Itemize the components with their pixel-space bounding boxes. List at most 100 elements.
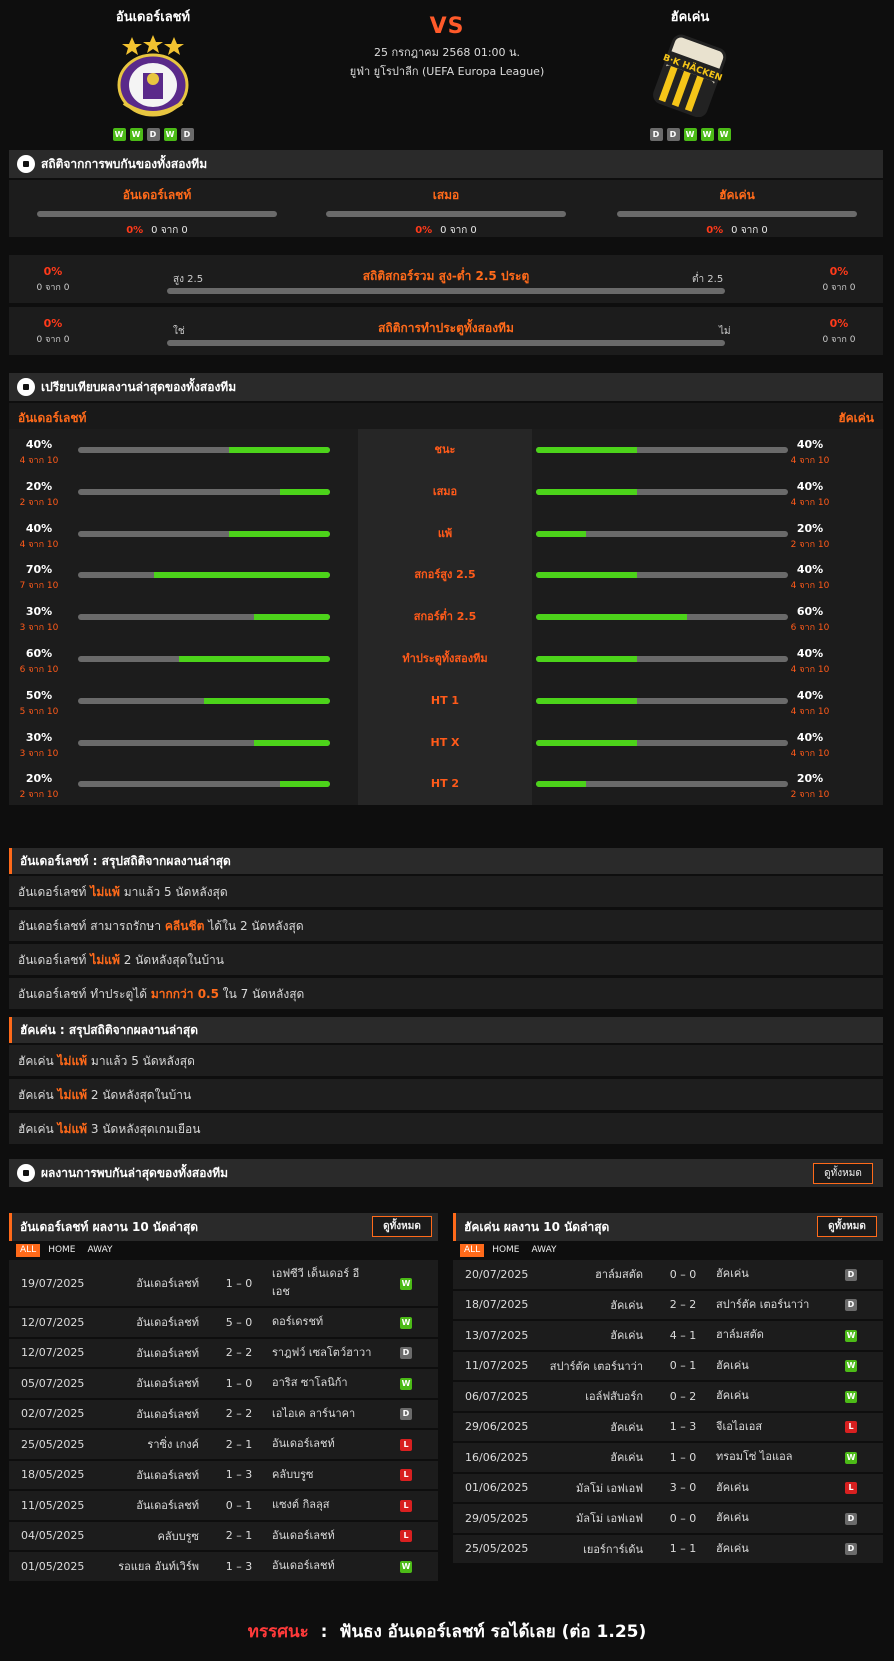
match-home-team: ราซิ่ง เกงค์ <box>147 1438 199 1452</box>
match-row[interactable]: 13/07/2025 ฮัคเค่น 4 – 1 ฮาล์มสตัด W <box>453 1321 883 1351</box>
compare-away-count: 2 จาก 10 <box>790 539 830 550</box>
match-league[interactable]: ยูฟ่า ยูโรปาลีก (UEFA Europa League) <box>297 62 597 80</box>
summary-line-text: ฮัคเค่น <box>18 1122 58 1136</box>
tab-home[interactable]: HOME <box>44 1244 79 1257</box>
compare-team-labels: อันเดอร์เลชท์ ฮัคเค่น <box>9 403 883 429</box>
compare-home-bar-fill <box>153 572 330 579</box>
last-home-view-all-button[interactable]: ดูทั้งหมด <box>372 1216 432 1237</box>
compare-away-pct: 20% <box>796 521 824 535</box>
match-row[interactable]: 05/07/2025 อันเดอร์เลชท์ 1 – 0 อาริส ซาโลนิ… <box>9 1369 438 1399</box>
compare-away-bar-fill <box>536 781 587 788</box>
summary-line-text: 3 นัดหลังสุดเกมเยือน <box>87 1122 201 1136</box>
result-badge: D <box>400 1347 412 1360</box>
compare-away-pct: 60% <box>796 605 824 619</box>
btts-title: สถิติการทำประตูทั้งสองทีม <box>378 321 514 335</box>
summary-line-text: อันเดอร์เลชท์ สามารถรักษา <box>18 919 165 933</box>
home-team-block[interactable]: อันเดอร์เลชท์ WWDWD <box>73 6 233 141</box>
h2h-panel: อันเดอร์เลชท์ 0% 0 จาก 0 เสมอ 0% 0 จาก 0 ฮ… <box>9 180 883 237</box>
match-date: 11/07/2025 <box>465 1359 529 1373</box>
match-home-team: ฮัคเค่น <box>610 1451 643 1465</box>
summary-line-text: อันเดอร์เลชท์ <box>18 885 91 899</box>
h2h-away-bar <box>617 211 857 217</box>
match-away-team: ราฎฟว์ เซลโตว์ฮาวา <box>272 1345 372 1359</box>
match-row[interactable]: 25/05/2025 เยอร์การ์เด้น 1 – 1 ฮัคเค่น D <box>453 1534 883 1564</box>
h2h-away-count: 0 จาก 0 <box>731 225 768 236</box>
compare-away-bar-fill <box>536 656 637 662</box>
match-row[interactable]: 18/07/2025 ฮัคเค่น 2 – 2 สปาร์ตัค เตอร์นาว่… <box>453 1290 883 1320</box>
match-row[interactable]: 01/05/2025 รอแยล อันท์เวิร์พ 1 – 3 อันเดอร์… <box>9 1552 438 1582</box>
match-date: 16/06/2025 <box>465 1450 529 1464</box>
match-row[interactable]: 18/05/2025 อันเดอร์เลชท์ 1 – 3 คลับบรูซ L <box>9 1460 438 1490</box>
home-team-name[interactable]: อันเดอร์เลชท์ <box>73 6 233 27</box>
match-row[interactable]: 20/07/2025 ฮาล์มสตัด 0 – 0 ฮัคเค่น D <box>453 1260 883 1290</box>
summary-line-text: 2 นัดหลังสุดในบ้าน <box>119 953 224 967</box>
match-row[interactable]: 06/07/2025 เอล์ฟสับอร์ก 0 – 2 ฮัคเค่น W <box>453 1382 883 1412</box>
match-row[interactable]: 11/05/2025 อันเดอร์เลชท์ 0 – 1 แซงต์ กิลลุส… <box>9 1491 438 1521</box>
h2h-view-all-button[interactable]: ดูทั้งหมด <box>813 1163 873 1184</box>
tab-home[interactable]: HOME <box>488 1244 523 1257</box>
compare-home-bar-fill <box>229 530 330 537</box>
last-away-view-all-button[interactable]: ดูทั้งหมด <box>817 1216 877 1237</box>
away-team-block[interactable]: ฮัคเค่น B·K HÄCKEN DDWWW <box>610 6 770 141</box>
ou-right-pct: 0% <box>829 265 849 278</box>
tab-all[interactable]: ALL <box>16 1244 41 1257</box>
compare-away-count: 2 จาก 10 <box>790 790 830 801</box>
match-score: 2 – 1 <box>225 1437 253 1451</box>
compare-row: 50% 5 จาก 10 HT 1 40% 4 จาก 10 <box>9 679 883 723</box>
compare-away-bar <box>536 739 788 746</box>
match-row[interactable]: 29/05/2025 มัลโม่ เอฟเอฟ 0 – 0 ฮัคเค่น D <box>453 1504 883 1534</box>
match-home-team: อันเดอร์เลชท์ <box>136 1316 199 1330</box>
compare-home-count: 2 จาก 10 <box>19 497 59 508</box>
h2h-away-label: ฮัคเค่น <box>719 188 755 202</box>
match-row[interactable]: 11/07/2025 สปาร์ตัค เตอร์นาว่า 0 – 1 ฮัคเค่… <box>453 1351 883 1381</box>
match-away-team: ฮัคเค่น <box>716 1267 749 1281</box>
compare-away-pct: 20% <box>796 772 824 786</box>
tab-away[interactable]: AWAY <box>528 1244 561 1257</box>
match-date: 01/05/2025 <box>21 1559 85 1573</box>
compare-home-bar <box>78 572 330 579</box>
match-score: 1 – 1 <box>669 1542 697 1556</box>
result-badge: L <box>845 1421 857 1434</box>
form-chip: D <box>146 128 160 141</box>
match-away-team: ฮัคเค่น <box>716 1511 749 1525</box>
compare-away-bar <box>536 614 788 621</box>
h2h-draw-bar <box>326 211 566 217</box>
match-away-team: อันเดอร์เลชท์ <box>272 1559 335 1573</box>
compare-away-count: 4 จาก 10 <box>790 665 830 675</box>
compare-metric-label: ชนะ <box>358 429 532 472</box>
summary-away-header: ฮัคเค่น : สรุปสถิติจากผลงานล่าสุด <box>9 1017 883 1043</box>
match-row[interactable]: 12/07/2025 อันเดอร์เลชท์ 2 – 2 ราฎฟว์ เซลโต… <box>9 1338 438 1368</box>
result-badge: W <box>845 1390 857 1403</box>
ou-left-count: 0 จาก 0 <box>36 283 70 293</box>
tab-away[interactable]: AWAY <box>84 1244 117 1257</box>
compare-away-bar-fill <box>536 614 688 621</box>
h2h-away-pct: 0% <box>706 225 724 236</box>
compare-home-pct: 60% <box>25 647 53 660</box>
summary-line: ฮัคเค่น ไม่แพ้ มาแล้ว 5 นัดหลังสุด <box>9 1045 883 1077</box>
match-date: 29/06/2025 <box>465 1420 529 1434</box>
match-home-team: อันเดอร์เลชท์ <box>136 1499 199 1513</box>
match-row[interactable]: 29/06/2025 ฮัคเค่น 1 – 3 จีเอไอเอส L <box>453 1412 883 1442</box>
compare-away-bar-fill <box>536 488 637 495</box>
match-score: 5 – 0 <box>225 1315 253 1329</box>
compare-away-count: 4 จาก 10 <box>790 497 830 508</box>
match-row[interactable]: 02/07/2025 อันเดอร์เลชท์ 2 – 2 เอไอเค ลาร์น… <box>9 1399 438 1429</box>
match-row[interactable]: 16/06/2025 ฮัคเค่น 1 – 0 ทรอมโซ่ ไอแอล W <box>453 1443 883 1473</box>
result-badge: D <box>845 1299 857 1312</box>
away-team-name[interactable]: ฮัคเค่น <box>610 6 770 27</box>
match-row[interactable]: 19/07/2025 อันเดอร์เลชท์ 1 – 0 เอฟซีวี เด็น… <box>9 1260 438 1307</box>
summary-line-highlight: ไม่แพ้ <box>90 953 120 967</box>
match-score: 1 – 3 <box>225 1559 253 1573</box>
match-row[interactable]: 25/05/2025 ราซิ่ง เกงค์ 2 – 1 อันเดอร์เลชท์… <box>9 1430 438 1460</box>
compare-home-count: 4 จาก 10 <box>19 539 59 550</box>
summary-line-highlight: มากกว่า 0.5 <box>150 987 219 1001</box>
match-score: 1 – 3 <box>225 1468 253 1482</box>
match-row[interactable]: 12/07/2025 อันเดอร์เลชท์ 5 – 0 ดอร์เดรชท์ W <box>9 1308 438 1338</box>
match-row[interactable]: 04/05/2025 คลับบรูซ 2 – 1 อันเดอร์เลชท์ L <box>9 1521 438 1551</box>
match-row[interactable]: 01/06/2025 มัลโม่ เอฟเอฟ 3 – 0 ฮัคเค่น L <box>453 1473 883 1503</box>
match-date: 18/07/2025 <box>465 1298 529 1312</box>
summary-line: อันเดอร์เลชท์ ไม่แพ้ มาแล้ว 5 นัดหลังสุด <box>9 876 883 908</box>
match-date: 25 กรกฎาคม 2568 01:00 น. <box>373 46 521 59</box>
tab-all[interactable]: ALL <box>460 1244 485 1257</box>
btts-right-pct: 0% <box>829 317 849 330</box>
